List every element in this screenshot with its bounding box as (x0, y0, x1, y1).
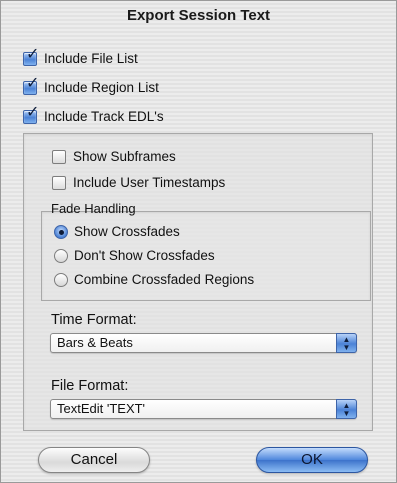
fade-handling-title: Fade Handling (51, 201, 136, 216)
time-format-popup[interactable]: Bars & Beats ▲ ▼ (50, 333, 357, 353)
file-format-popup[interactable]: TextEdit 'TEXT' ▲ ▼ (50, 399, 357, 419)
dialog-title: Export Session Text (126, 7, 271, 24)
popup-arrows-icon: ▲ ▼ (336, 399, 357, 419)
include-user-timestamps-option[interactable]: Include User Timestamps (52, 175, 225, 190)
show-subframes-option[interactable]: Show Subframes (52, 149, 176, 164)
combine-crossfaded-regions-label: Combine Crossfaded Regions (74, 272, 255, 287)
include-region-list-option[interactable]: ✓ Include Region List (23, 75, 159, 95)
fade-option-combine-crossfaded-regions[interactable]: Combine Crossfaded Regions (54, 272, 254, 287)
popup-arrows-icon: ▲ ▼ (336, 333, 357, 353)
file-format-label: File Format: (51, 378, 129, 394)
include-user-timestamps-label: Include User Timestamps (73, 175, 226, 190)
checkmark-icon: ✓ (26, 45, 40, 63)
checkmark-icon: ✓ (26, 74, 40, 92)
include-file-list-label: Include File List (44, 51, 138, 66)
show-subframes-checkbox[interactable] (52, 149, 66, 164)
time-format-label: Time Format: (51, 312, 137, 328)
ok-button[interactable]: OK (256, 447, 368, 473)
include-file-list-checkbox[interactable]: ✓ (23, 46, 39, 66)
dont-show-crossfades-radio[interactable] (54, 248, 68, 263)
combine-crossfaded-regions-radio[interactable] (54, 272, 68, 287)
checkmark-icon: ✓ (26, 103, 40, 121)
export-session-text-dialog: Export Session Text ✓ Include File List … (0, 0, 397, 483)
fade-option-dont-show-crossfades[interactable]: Don't Show Crossfades (54, 248, 215, 263)
file-format-value: TextEdit 'TEXT' (57, 401, 146, 416)
include-region-list-label: Include Region List (44, 80, 159, 95)
dont-show-crossfades-label: Don't Show Crossfades (74, 248, 215, 263)
include-user-timestamps-checkbox[interactable] (52, 175, 66, 190)
include-region-list-checkbox[interactable]: ✓ (23, 75, 39, 95)
include-file-list-option[interactable]: ✓ Include File List (23, 46, 138, 66)
include-track-edls-option[interactable]: ✓ Include Track EDL's (23, 104, 164, 124)
fade-option-show-crossfades[interactable]: Show Crossfades (54, 224, 180, 239)
time-format-value: Bars & Beats (57, 335, 133, 350)
show-subframes-label: Show Subframes (73, 149, 176, 164)
cancel-button[interactable]: Cancel (38, 447, 150, 473)
show-crossfades-radio[interactable] (54, 224, 68, 239)
show-crossfades-label: Show Crossfades (74, 224, 180, 239)
include-track-edls-checkbox[interactable]: ✓ (23, 104, 39, 124)
include-track-edls-label: Include Track EDL's (44, 109, 164, 124)
